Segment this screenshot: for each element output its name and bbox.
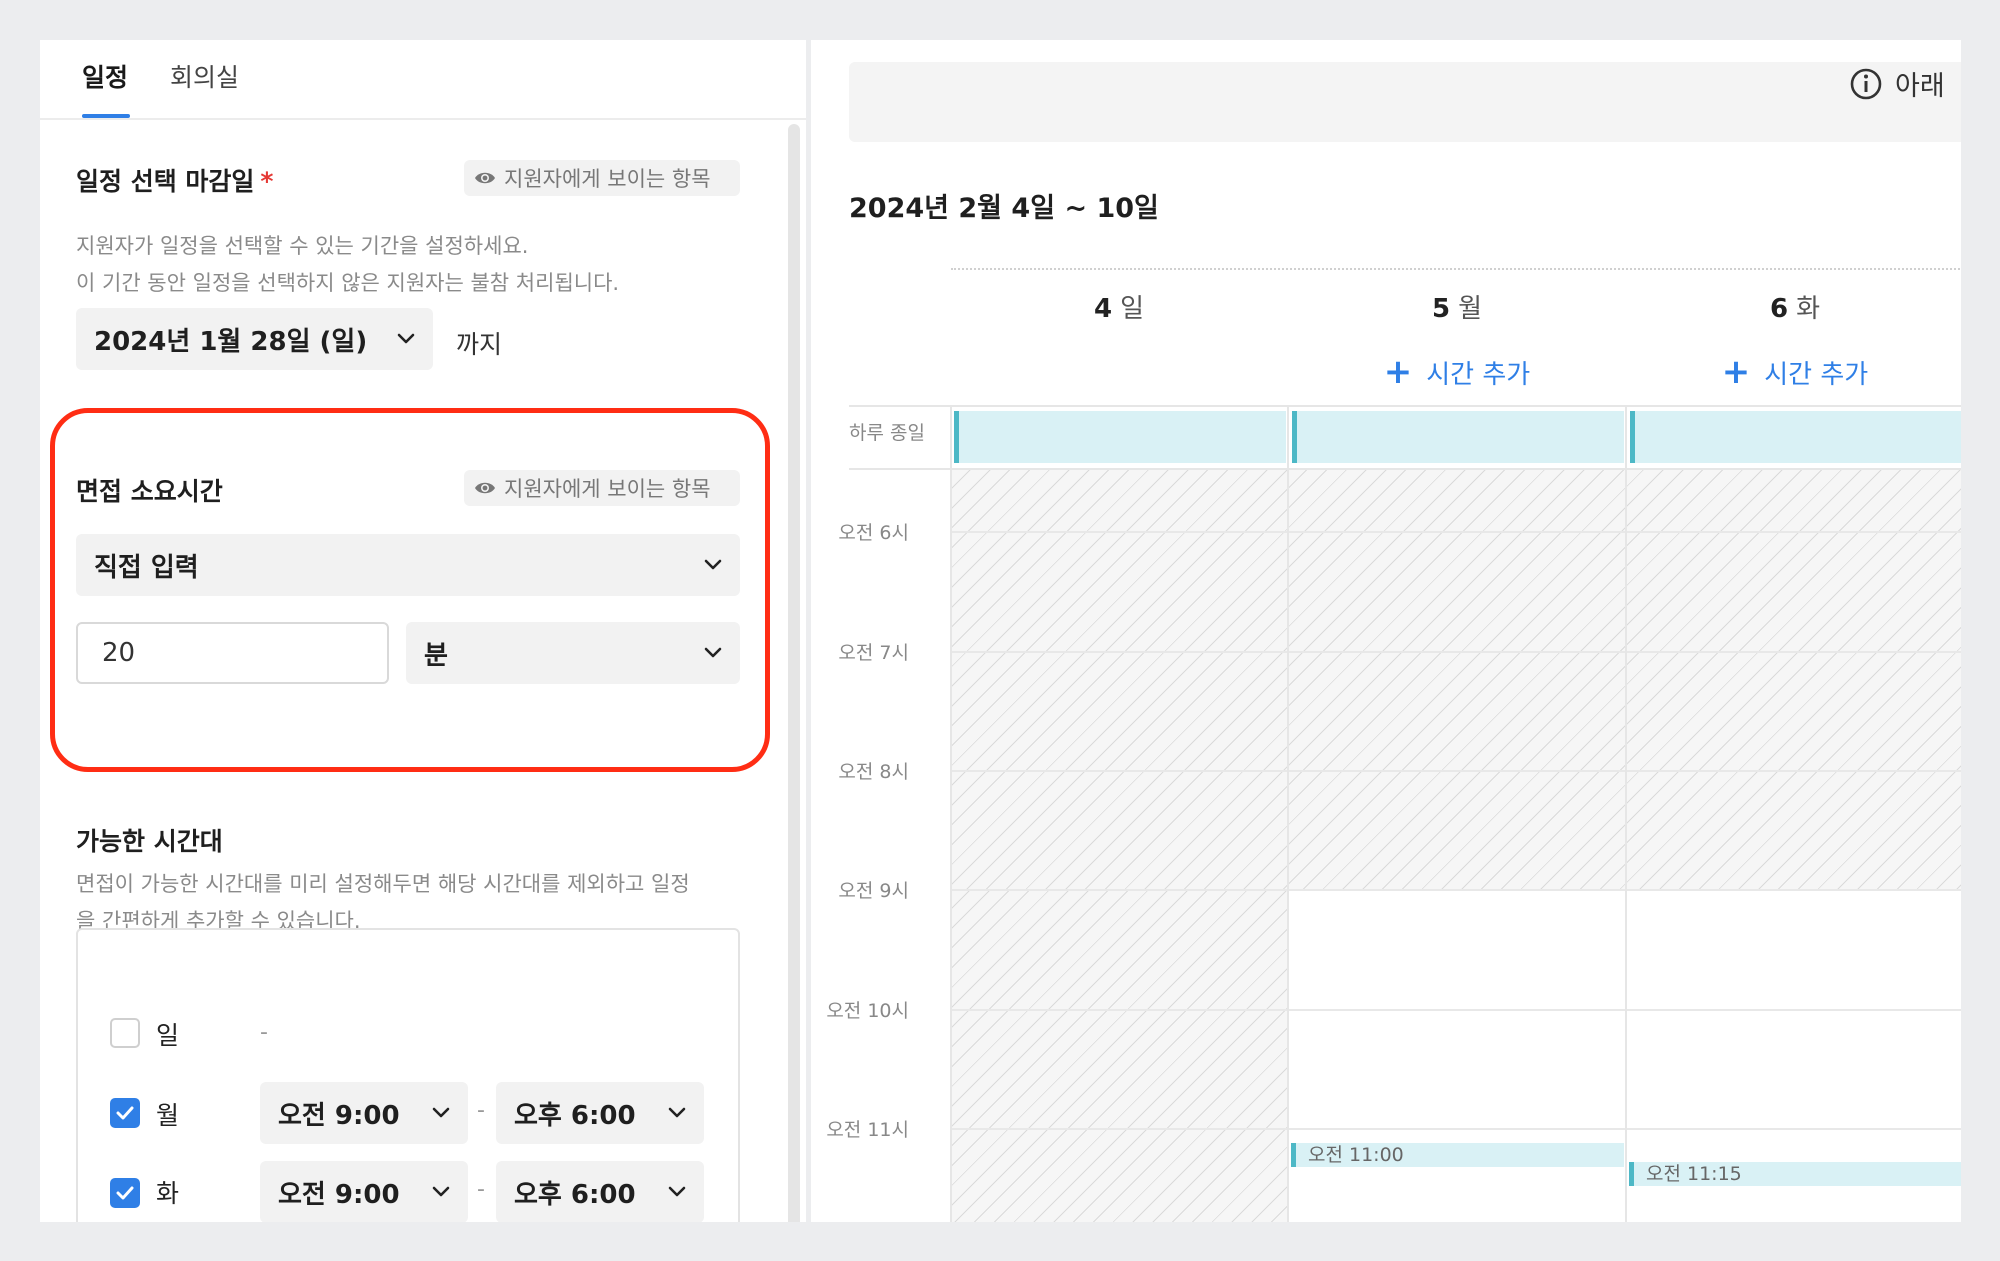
hour-label: 오전 6시 (838, 522, 909, 544)
hour-line (951, 651, 1961, 653)
allday-top-border (849, 405, 1961, 407)
hour-line (951, 770, 1961, 772)
chevron-down-icon (432, 1186, 450, 1198)
allday-slot-sun[interactable] (954, 411, 1286, 463)
deadline-visibility-text: 지원자에게 보이는 항목 (504, 167, 711, 191)
tabs-divider (40, 118, 806, 120)
check-icon (116, 1106, 134, 1120)
day-number: 5 (1431, 294, 1451, 324)
info-icon (1850, 68, 1882, 99)
plus-icon: + (1721, 352, 1751, 392)
day-header-sun: 4일 (951, 288, 1287, 325)
hour-label: 오전 9시 (838, 880, 909, 902)
day-weekday: 화 (1796, 294, 1820, 324)
chevron-down-icon (668, 1186, 686, 1198)
hour-label: 오전 10시 (826, 1000, 909, 1022)
time-range-separator: - (477, 1098, 485, 1123)
event-block-mon[interactable]: 오전 11:00 (1291, 1143, 1624, 1167)
start-time-select-tue[interactable]: 오전 9:00 (260, 1161, 468, 1222)
day-label-sun: 일 (156, 1021, 180, 1050)
day-number: 6 (1769, 294, 1789, 324)
add-time-button-mon[interactable]: + 시간 추가 (1289, 352, 1625, 392)
deadline-description-1: 지원자가 일정을 선택할 수 있는 기간을 설정하세요. (76, 234, 529, 258)
day-header-tue: 6화 (1627, 288, 1961, 325)
deadline-title-text: 일정 선택 마감일 (76, 167, 255, 196)
hour-label: 오전 7시 (838, 642, 909, 664)
panel-scrollbar[interactable] (788, 124, 800, 1222)
calendar-notice-bar (849, 62, 1961, 142)
hour-line (951, 531, 1961, 533)
end-time-select-tue[interactable]: 오후 6:00 (496, 1161, 704, 1222)
allday-label: 하루 종일 (849, 422, 925, 444)
header-dotted-divider (951, 268, 1961, 270)
day-number: 4 (1093, 294, 1113, 324)
add-time-label: 시간 추가 (1764, 359, 1869, 390)
hour-label: 오전 11시 (826, 1119, 909, 1141)
time-range-separator: - (477, 1177, 485, 1202)
day-empty-sun: - (260, 1020, 268, 1045)
tab-meeting-room[interactable]: 회의실 (170, 58, 239, 94)
day-column-divider (1625, 405, 1627, 1222)
calendar-notice: 아래 (1849, 64, 1945, 103)
start-time-value-tue: 오전 9:00 (278, 1179, 400, 1210)
allday-slot-mon[interactable] (1292, 411, 1624, 463)
chevron-down-icon (432, 1107, 450, 1119)
hour-line (951, 1009, 1961, 1011)
add-time-button-tue[interactable]: + 시간 추가 (1627, 352, 1961, 392)
day-weekday: 일 (1120, 294, 1144, 324)
deadline-title: 일정 선택 마감일 * (76, 162, 274, 198)
required-mark: * (260, 167, 274, 196)
start-time-value-mon: 오전 9:00 (278, 1100, 400, 1131)
week-range-title: 2024년 2월 4일 ~ 10일 (849, 193, 1159, 224)
add-time-label: 시간 추가 (1426, 359, 1531, 390)
deadline-date-value: 2024년 1월 28일 (일) (94, 326, 368, 357)
check-icon (116, 1186, 134, 1200)
unavailable-hatch-morning (951, 470, 1961, 890)
day-weekday: 월 (1458, 294, 1482, 324)
calendar-panel: 아래 2024년 2월 4일 ~ 10일 4일 5월 6화 + 시간 추가 + 시간… (811, 40, 1961, 1222)
deadline-description-2: 이 기간 동안 일정을 선택하지 않은 지원자는 불참 처리됩니다. (76, 271, 620, 295)
day-checkbox-sun[interactable] (110, 1018, 140, 1048)
calendar-notice-text: 아래 (1895, 71, 1945, 102)
hour-label: 오전 8시 (838, 761, 909, 783)
day-checkbox-tue[interactable] (110, 1178, 140, 1208)
event-block-tue[interactable]: 오전 11:15 (1629, 1162, 1961, 1186)
hour-line (951, 1128, 1961, 1130)
until-label: 까지 (456, 330, 503, 359)
day-column-divider (1287, 405, 1289, 1222)
allday-slot-tue[interactable] (1630, 411, 1961, 463)
deadline-date-select[interactable]: 2024년 1월 28일 (일) (76, 308, 433, 370)
plus-icon: + (1383, 352, 1413, 392)
end-time-value-tue: 오후 6:00 (514, 1179, 636, 1210)
day-column-divider (950, 405, 952, 1222)
end-time-select-mon[interactable]: 오후 6:00 (496, 1082, 704, 1144)
deadline-visibility-chip: 지원자에게 보이는 항목 (464, 160, 740, 196)
end-time-value-mon: 오후 6:00 (514, 1100, 636, 1131)
day-label-mon: 월 (156, 1101, 180, 1130)
hour-line (951, 889, 1961, 891)
tab-schedule[interactable]: 일정 (82, 58, 128, 94)
chevron-down-icon (397, 333, 415, 345)
start-time-select-mon[interactable]: 오전 9:00 (260, 1082, 468, 1144)
day-label-tue: 화 (156, 1179, 180, 1208)
availability-description-1: 면접이 가능한 시간대를 미리 설정해두면 해당 시간대를 제외하고 일정 (76, 872, 690, 896)
eye-icon (475, 172, 495, 184)
unavailable-hatch-sunday (951, 890, 1287, 1222)
chevron-down-icon (668, 1107, 686, 1119)
highlight-annotation (50, 408, 770, 772)
day-header-mon: 5월 (1289, 288, 1625, 325)
availability-title: 가능한 시간대 (76, 827, 223, 856)
day-checkbox-mon[interactable] (110, 1098, 140, 1128)
